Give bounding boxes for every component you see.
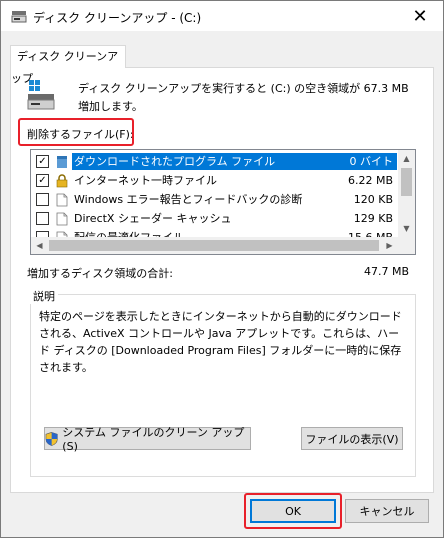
total-space-label: 増加するディスク領域の合計: <box>27 267 173 280</box>
files-list-rows: ✓ ダウンロードされたプログラム ファイル 0 バイト ✓ インターネット一時ファイル 6… <box>31 152 397 247</box>
files-list[interactable]: ✓ ダウンロードされたプログラム ファイル 0 バイト ✓ インターネット一時ファイル 6… <box>30 149 416 255</box>
disk-cleanup-window: ディスク クリーンアップ - (C:) ✕ ディスク クリーンアップ ディスク … <box>0 0 444 538</box>
vertical-scrollbar[interactable]: ▲ ▼ <box>398 150 415 237</box>
file-size: 120 KB <box>353 193 393 206</box>
shield-icon <box>45 431 58 446</box>
file-list-item[interactable]: ✓ ダウンロードされたプログラム ファイル 0 バイト <box>31 152 397 171</box>
title-bar: ディスク クリーンアップ - (C:) ✕ <box>1 1 443 31</box>
file-size: 129 KB <box>353 212 393 225</box>
file-row-text: ダウンロードされたプログラム ファイル 0 バイト <box>72 153 397 170</box>
total-space-value: 47.7 MB <box>363 265 409 278</box>
file-list-item[interactable]: Windows エラー報告とフィードバックの診断 120 KB <box>31 190 397 209</box>
close-icon: ✕ <box>412 5 428 27</box>
file-row-text: インターネット一時ファイル 6.22 MB <box>72 172 397 189</box>
horizontal-scroll-thumb[interactable] <box>49 240 379 251</box>
cleanup-system-files-button[interactable]: システム ファイルのクリーン アップ(S) <box>44 426 251 453</box>
folder-icon <box>56 155 68 169</box>
file-row-text: DirectX シェーダー キャッシュ 129 KB <box>72 210 397 227</box>
description-text: 特定のページを表示したときにインターネットから自動的にダウンロードされる、Act… <box>39 310 402 374</box>
file-name: インターネット一時ファイル <box>74 174 217 187</box>
file-list-item[interactable]: DirectX シェーダー キャッシュ 129 KB <box>31 209 397 228</box>
intro-text: ディスク クリーンアップを実行すると (C:) の空き領域が 67.3 MB 増… <box>78 82 409 113</box>
file-icon <box>56 212 68 226</box>
file-name: DirectX シェーダー キャッシュ <box>74 212 232 225</box>
ok-button-highlight <box>244 493 342 529</box>
file-checkbox[interactable]: ✓ <box>36 174 49 187</box>
window-title: ディスク クリーンアップ - (C:) <box>33 11 202 25</box>
file-list-item[interactable]: ✓ インターネット一時ファイル 6.22 MB <box>31 171 397 190</box>
file-checkbox[interactable]: ✓ <box>36 155 49 168</box>
description-title: 説明 <box>30 288 58 304</box>
file-checkbox[interactable] <box>36 212 49 225</box>
scroll-down-icon[interactable]: ▼ <box>398 220 415 237</box>
tab-panel: ディスク クリーンアップを実行すると (C:) の空き領域が 67.3 MB 増… <box>10 67 434 493</box>
cancel-label: キャンセル <box>359 505 415 518</box>
tab-disk-cleanup[interactable]: ディスク クリーンアップ <box>10 45 126 85</box>
file-icon <box>56 193 68 207</box>
lock-icon <box>56 173 68 188</box>
close-button[interactable]: ✕ <box>397 1 443 31</box>
files-label-highlight <box>18 118 134 146</box>
horizontal-scrollbar[interactable]: ◀ ▶ <box>31 237 398 254</box>
file-name: ダウンロードされたプログラム ファイル <box>74 155 276 168</box>
vertical-scroll-thumb[interactable] <box>401 168 412 196</box>
file-size: 0 バイト <box>349 155 394 168</box>
view-files-label: ファイルの表示(V) <box>305 432 399 446</box>
file-row-text: Windows エラー報告とフィードバックの診断 120 KB <box>72 191 397 208</box>
scroll-left-icon[interactable]: ◀ <box>31 237 48 254</box>
disk-cleanup-icon <box>11 11 27 23</box>
file-checkbox[interactable] <box>36 193 49 206</box>
scroll-up-icon[interactable]: ▲ <box>398 150 415 167</box>
scroll-right-icon[interactable]: ▶ <box>381 237 398 254</box>
cancel-button[interactable]: キャンセル <box>345 499 429 523</box>
view-files-button[interactable]: ファイルの表示(V) <box>301 427 403 450</box>
cleanup-system-files-label: システム ファイルのクリーン アップ(S) <box>62 426 245 453</box>
file-size: 6.22 MB <box>347 174 393 187</box>
file-name: Windows エラー報告とフィードバックの診断 <box>74 193 303 206</box>
scrollbar-corner <box>398 237 415 254</box>
